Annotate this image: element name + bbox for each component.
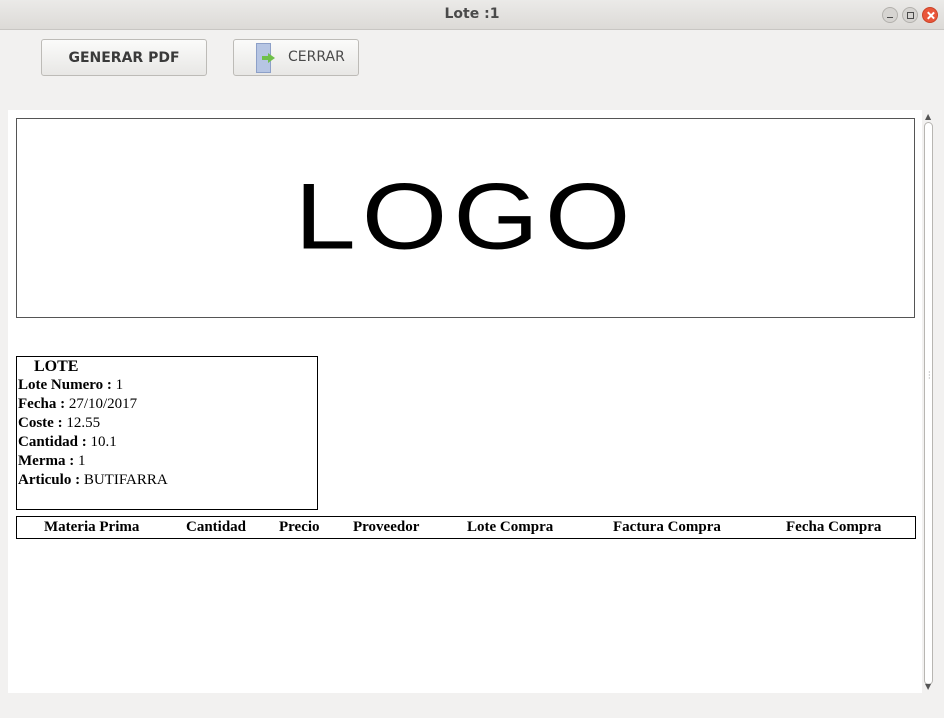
lote-field-numero: Lote Numero : 1 bbox=[18, 376, 317, 395]
lote-field-label: Fecha : bbox=[18, 396, 66, 412]
lote-field-coste: Coste : 12.55 bbox=[18, 414, 317, 433]
scrollbar-grip-icon: · · · bbox=[928, 368, 931, 383]
column-header-proveedor: Proveedor bbox=[353, 519, 420, 535]
materials-table-header: Materia Prima Cantidad Precio Proveedor … bbox=[16, 516, 916, 539]
lote-field-label: Articulo : bbox=[18, 472, 81, 488]
generate-pdf-button[interactable]: GENERAR PDF bbox=[41, 39, 207, 76]
lote-field-cantidad: Cantidad : 10.1 bbox=[18, 433, 317, 452]
scrollbar-thumb[interactable]: · · · bbox=[924, 122, 933, 685]
report-viewer[interactable]: LOGO LOTE Lote Numero : 1 Fecha : 27/10/… bbox=[8, 110, 922, 693]
column-header-precio: Precio bbox=[279, 519, 320, 535]
lote-field-merma: Merma : 1 bbox=[18, 452, 317, 471]
lote-field-label: Cantidad : bbox=[18, 434, 87, 450]
logo-frame: LOGO bbox=[16, 118, 915, 318]
maximize-icon[interactable] bbox=[902, 7, 918, 23]
lote-field-articulo: Articulo : BUTIFARRA bbox=[18, 471, 317, 490]
scroll-up-icon[interactable]: ▲ bbox=[925, 112, 931, 121]
scroll-down-icon[interactable]: ▼ bbox=[925, 682, 931, 691]
exit-arrow-icon bbox=[262, 53, 275, 63]
window-titlebar[interactable]: Lote :1 bbox=[0, 0, 944, 30]
window-title: Lote :1 bbox=[444, 6, 500, 22]
close-button[interactable]: CERRAR bbox=[233, 39, 359, 76]
lote-field-value: 1 bbox=[115, 377, 124, 393]
lote-field-label: Lote Numero : bbox=[18, 377, 112, 393]
generate-pdf-label: GENERAR PDF bbox=[68, 49, 180, 66]
column-header-cantidad: Cantidad bbox=[186, 519, 247, 535]
column-header-lote-compra: Lote Compra bbox=[467, 519, 554, 535]
vertical-scrollbar[interactable]: ▲ · · · ▼ bbox=[922, 110, 936, 693]
minimize-icon[interactable] bbox=[882, 7, 898, 23]
lote-field-fecha: Fecha : 27/10/2017 bbox=[18, 395, 317, 414]
column-header-materia-prima: Materia Prima bbox=[44, 519, 140, 535]
lote-title: LOTE bbox=[34, 358, 79, 375]
lote-field-value: 27/10/2017 bbox=[68, 396, 138, 412]
lote-field-value: BUTIFARRA bbox=[83, 472, 168, 488]
lote-field-value: 10.1 bbox=[90, 434, 117, 450]
column-header-factura-compra: Factura Compra bbox=[613, 519, 721, 535]
lote-info-box: LOTE Lote Numero : 1 Fecha : 27/10/2017 … bbox=[16, 356, 318, 510]
lote-field-value: 12.55 bbox=[66, 415, 101, 431]
close-icon[interactable] bbox=[922, 7, 938, 23]
lote-field-value: 1 bbox=[77, 453, 86, 469]
logo-image: LOGO bbox=[294, 164, 637, 269]
lote-field-label: Coste : bbox=[18, 415, 63, 431]
column-header-fecha-compra: Fecha Compra bbox=[786, 519, 882, 535]
close-button-label: CERRAR bbox=[288, 49, 345, 65]
lote-field-label: Merma : bbox=[18, 453, 75, 469]
